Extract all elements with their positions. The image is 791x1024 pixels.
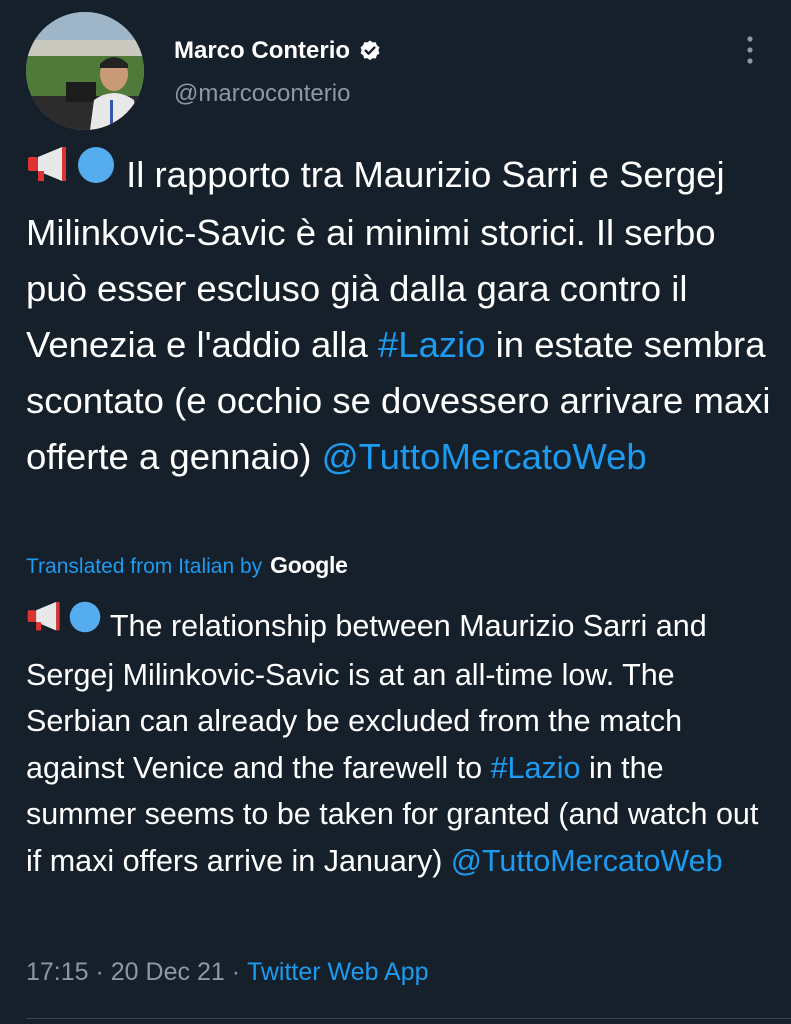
handle[interactable]: @marcoconterio [174, 80, 350, 108]
translation-text: The relationship between Maurizio Sarri … [26, 600, 771, 884]
translation-label: Translated from Italian by [26, 555, 263, 578]
tweet-text: Il rapporto tra Maurizio Sarri e Sergej … [26, 147, 771, 485]
more-vertical-icon[interactable] [740, 34, 760, 66]
megaphone-icon [26, 600, 68, 648]
tweet-time[interactable]: 17:15 [26, 958, 89, 987]
display-name[interactable]: Marco Conterio [174, 37, 350, 65]
translation-attribution[interactable]: Translated from Italian by Google [26, 552, 348, 579]
blue-circle-icon [76, 145, 116, 201]
tweet-date[interactable]: 20 Dec 21 [111, 958, 225, 987]
tweet-meta: 17:15 · 20 Dec 21 · Twitter Web App [26, 958, 429, 987]
hashtag-link[interactable]: #Lazio [378, 324, 486, 365]
meta-separator: · [224, 958, 247, 986]
hashtag-link[interactable]: #Lazio [491, 751, 581, 785]
name-row: Marco Conterio [174, 34, 382, 68]
megaphone-icon [26, 145, 76, 201]
google-logo: Google [270, 552, 348, 578]
tweet-source-app[interactable]: Twitter Web App [247, 958, 429, 987]
mention-link[interactable]: @TuttoMercatoWeb [322, 436, 647, 477]
blue-circle-icon [68, 600, 102, 648]
divider [26, 1018, 791, 1019]
avatar[interactable] [26, 12, 144, 130]
meta-separator: · [88, 958, 111, 986]
mention-link[interactable]: @TuttoMercatoWeb [451, 844, 723, 878]
tweet-header: Marco Conterio @marcoconterio [26, 12, 766, 132]
verified-badge-icon [358, 39, 382, 63]
